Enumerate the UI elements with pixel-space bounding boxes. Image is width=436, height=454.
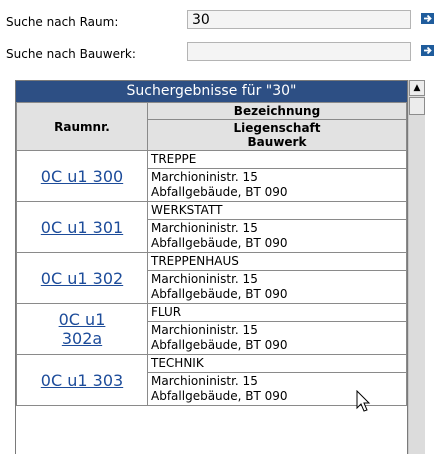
- results-title: Suchergebnisse für "30": [16, 81, 407, 102]
- column-header-building: Bauwerk: [247, 135, 307, 149]
- room-number-cell: 0C u1 302a: [16, 303, 148, 355]
- property-text: Marchioninistr. 15: [151, 221, 258, 235]
- column-header-property: Liegenschaft: [233, 121, 321, 135]
- room-link[interactable]: 0C u1 301: [41, 218, 123, 237]
- building-search-row: Suche nach Bauwerk:: [0, 42, 436, 68]
- table-row: 0C u1 300 TREPPE: [16, 150, 407, 202]
- room-location-cell: Marchioninistr. 15 Abfallgebäude, BT 090: [147, 321, 407, 355]
- room-number-cell: 0C u1 303: [16, 354, 148, 406]
- building-text: Abfallgebäude, BT 090: [151, 338, 288, 352]
- room-link[interactable]: 0C u1 302a: [37, 310, 127, 348]
- room-name-cell: TREPPENHAUS: [147, 252, 407, 271]
- room-name-cell: WERKSTATT: [147, 201, 407, 220]
- column-header-room-number: Raumnr.: [16, 102, 148, 151]
- table-row: 0C u1 302 TREPPENHAUS: [16, 252, 407, 304]
- room-link[interactable]: 0C u1 302: [41, 269, 123, 288]
- results-table: Raumnr. Bezeichnung Liegenschaft Bauwerk…: [16, 102, 407, 406]
- property-text: Marchioninistr. 15: [151, 170, 258, 184]
- property-text: Marchioninistr. 15: [151, 323, 258, 337]
- arrow-right-icon: [421, 45, 434, 56]
- room-search-go-button[interactable]: [421, 13, 436, 26]
- building-text: Abfallgebäude, BT 090: [151, 185, 288, 199]
- building-search-label: Suche nach Bauwerk:: [6, 47, 136, 61]
- building-text: Abfallgebäude, BT 090: [151, 287, 288, 301]
- column-header-name: Bezeichnung: [147, 102, 407, 120]
- building-search-go-button[interactable]: [421, 45, 436, 58]
- mouse-pointer-icon: [356, 390, 371, 412]
- room-name-cell: TECHNIK: [147, 354, 407, 373]
- building-text: Abfallgebäude, BT 090: [151, 236, 288, 250]
- building-search-input[interactable]: [187, 42, 411, 61]
- arrow-right-icon: [421, 13, 434, 24]
- table-row: 0C u1 303 TECHNIK: [16, 354, 407, 406]
- table-row: 0C u1 301 WERKSTATT: [16, 201, 407, 253]
- search-results-panel: Suchergebnisse für "30" Raumnr. Bezeichn…: [15, 80, 408, 454]
- scrollbar-thumb[interactable]: [409, 97, 425, 115]
- building-text: Abfallgebäude, BT 090: [151, 389, 288, 403]
- room-name-cell: FLUR: [147, 303, 407, 322]
- room-search-row: Suche nach Raum:: [0, 10, 436, 36]
- room-location-cell: Marchioninistr. 15 Abfallgebäude, BT 090: [147, 219, 407, 253]
- room-number-cell: 0C u1 301: [16, 201, 148, 253]
- room-number-cell: 0C u1 302: [16, 252, 148, 304]
- room-name-cell: TREPPE: [147, 150, 407, 169]
- room-link[interactable]: 0C u1 300: [41, 167, 123, 186]
- room-search-label: Suche nach Raum:: [6, 15, 119, 29]
- property-text: Marchioninistr. 15: [151, 272, 258, 286]
- table-row: 0C u1 302a FLUR: [16, 303, 407, 355]
- room-link[interactable]: 0C u1 303: [41, 371, 123, 390]
- column-header-property-building: Liegenschaft Bauwerk: [147, 119, 407, 151]
- room-location-cell: Marchioninistr. 15 Abfallgebäude, BT 090: [147, 168, 407, 202]
- scroll-up-button[interactable]: ▲: [409, 80, 425, 96]
- scroll-up-arrow-icon: ▲: [413, 83, 421, 93]
- property-text: Marchioninistr. 15: [151, 374, 258, 388]
- room-number-cell: 0C u1 300: [16, 150, 148, 202]
- room-location-cell: Marchioninistr. 15 Abfallgebäude, BT 090: [147, 270, 407, 304]
- room-search-input[interactable]: [187, 10, 411, 29]
- results-scrollbar[interactable]: ▲: [408, 80, 425, 454]
